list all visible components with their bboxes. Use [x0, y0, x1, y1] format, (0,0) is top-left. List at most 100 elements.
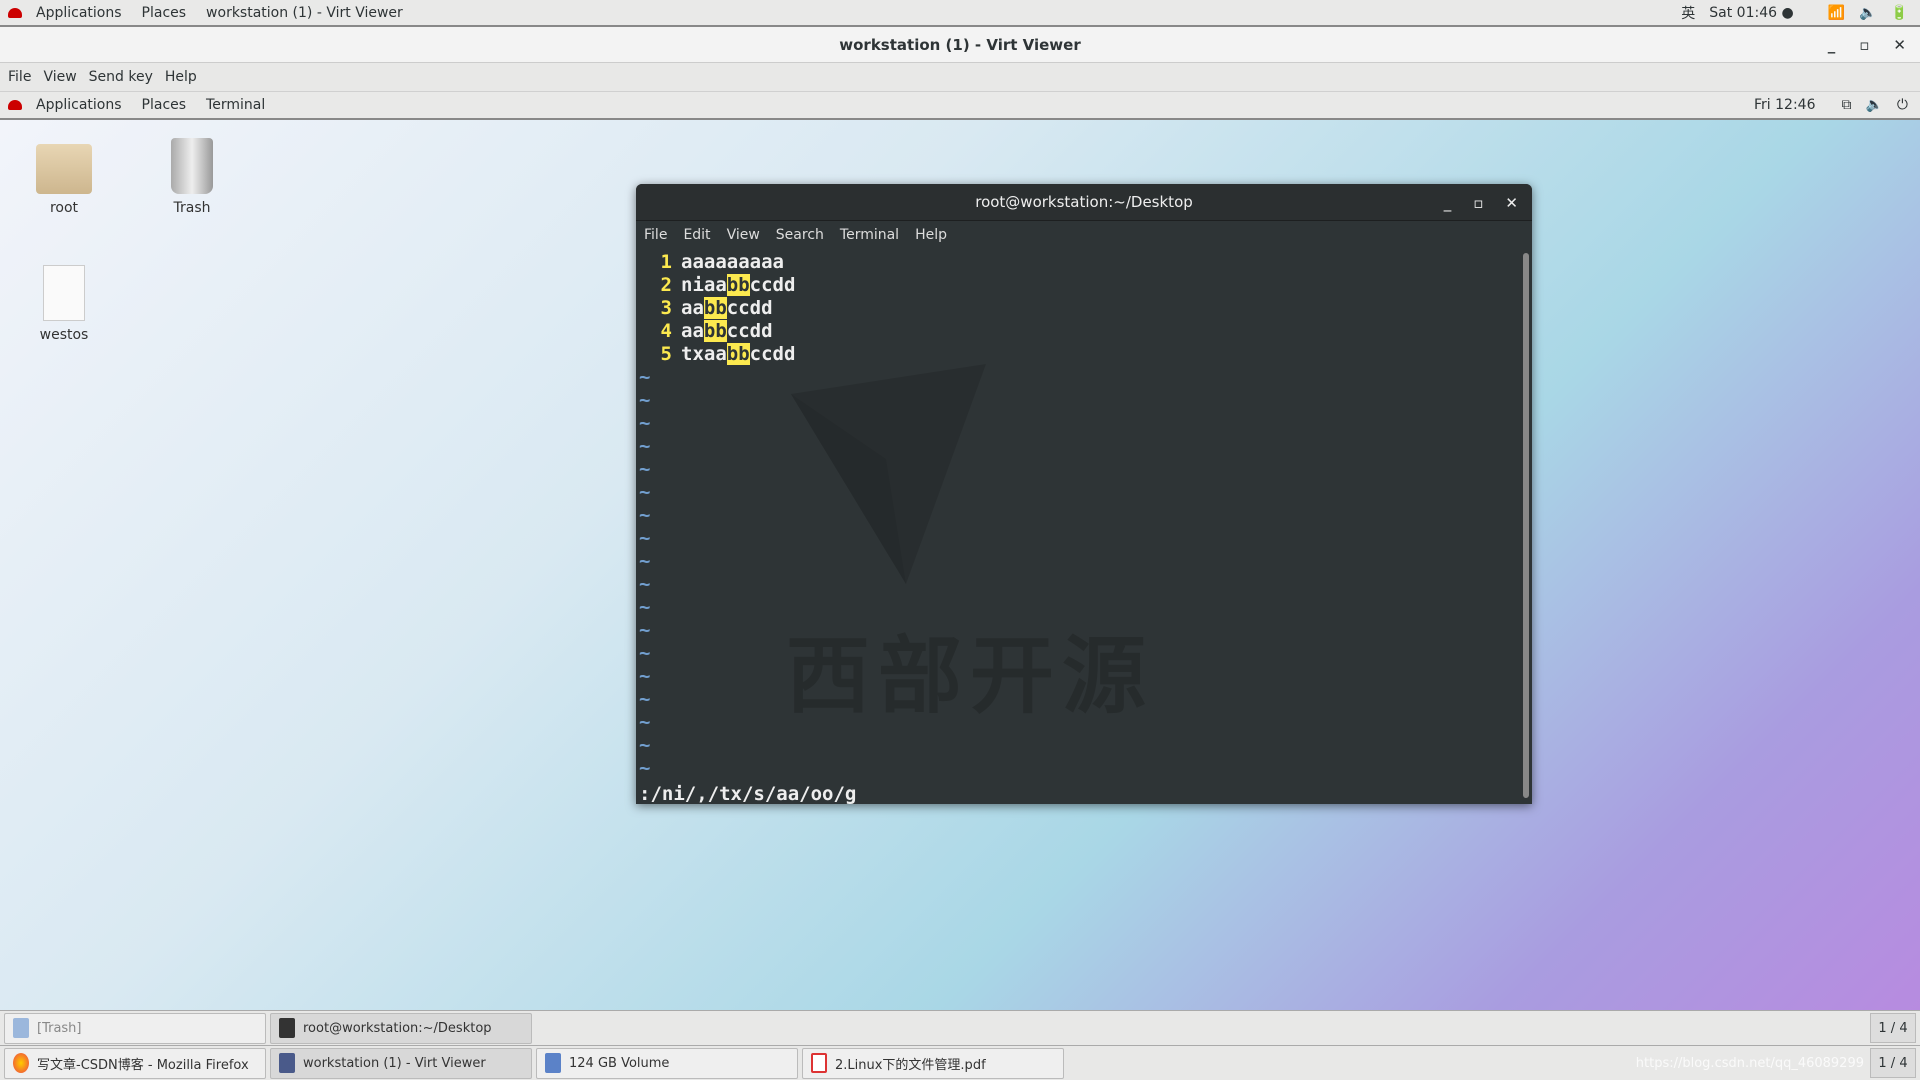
guest-task-terminal[interactable]: root@workstation:~/Desktop: [270, 1012, 532, 1044]
host-task-virt-viewer[interactable]: workstation (1) - Virt Viewer: [270, 1047, 532, 1079]
search-highlight: bb: [726, 274, 750, 296]
host-task-pdf[interactable]: 2.Linux下的文件管理.pdf: [802, 1047, 1064, 1079]
line-text: ccdd: [726, 320, 773, 342]
desktop-icon-root[interactable]: root: [19, 138, 109, 216]
wifi-icon[interactable]: 📶: [1828, 5, 1845, 21]
viewer-menu-file[interactable]: File: [0, 69, 37, 85]
trash-icon: [13, 1018, 29, 1038]
redhat-icon: [8, 100, 22, 110]
vim-line: 1 aaaaaaaaa: [636, 251, 1532, 274]
vim-line: 5 txaabbccdd: [636, 343, 1532, 366]
task-label: 写文章-CSDN博客 - Mozilla Firefox: [37, 1057, 249, 1073]
guest-top-panel: Applications Places Terminal Fri 12:46 ⧉…: [0, 92, 1920, 120]
terminal-menu-view[interactable]: View: [719, 227, 768, 243]
viewer-menu-view[interactable]: View: [37, 69, 82, 85]
empty-line-tilde: ~: [639, 435, 651, 457]
host-task-volume[interactable]: 124 GB Volume: [536, 1047, 798, 1079]
network-icon[interactable]: ⧉: [1841, 97, 1851, 113]
vim-line: 4 aabbccdd: [636, 320, 1532, 343]
empty-line-tilde: ~: [639, 527, 651, 549]
terminal-maximize-button[interactable]: ▫: [1473, 194, 1483, 212]
pdf-icon: [811, 1053, 827, 1073]
volume-icon[interactable]: 🔈: [1865, 97, 1882, 113]
host-workspace-pager[interactable]: 1 / 4: [1870, 1048, 1916, 1078]
maximize-button[interactable]: ▫: [1859, 36, 1869, 54]
terminal-close-button[interactable]: ✕: [1505, 194, 1518, 212]
line-number: 4: [660, 320, 672, 342]
desktop-icon-westos[interactable]: westos: [19, 265, 109, 343]
viewer-menu-help[interactable]: Help: [159, 69, 203, 85]
guest-task-trash[interactable]: [Trash]: [4, 1012, 266, 1044]
desktop-icon-label: root: [49, 200, 79, 216]
task-label: 124 GB Volume: [569, 1055, 670, 1071]
desktop-icon-label: westos: [39, 327, 89, 343]
line-number: 5: [660, 343, 672, 365]
empty-line-tilde: ~: [639, 481, 651, 503]
empty-line-tilde: ~: [639, 412, 651, 434]
line-number: 3: [660, 297, 672, 319]
terminal-titlebar[interactable]: root@workstation:~/Desktop _ ▫ ✕: [636, 184, 1532, 221]
host-active-window[interactable]: workstation (1) - Virt Viewer: [196, 5, 413, 21]
desktop-icon-trash[interactable]: Trash: [147, 138, 237, 216]
guest-clock[interactable]: Fri 12:46: [1754, 97, 1815, 113]
input-method-indicator[interactable]: 英: [1681, 3, 1695, 23]
task-label: root@workstation:~/Desktop: [303, 1020, 492, 1036]
empty-line-tilde: ~: [639, 504, 651, 526]
url-watermark: https://blog.csdn.net/qq_46089299: [1635, 1055, 1864, 1071]
terminal-scrollbar[interactable]: [1523, 253, 1529, 798]
terminal-icon: [279, 1018, 295, 1038]
empty-line-tilde: ~: [639, 757, 651, 779]
line-text: ccdd: [749, 343, 796, 365]
terminal-menu-edit[interactable]: Edit: [675, 227, 718, 243]
guest-applications-menu[interactable]: Applications: [26, 97, 132, 113]
terminal-menu-search[interactable]: Search: [768, 227, 832, 243]
task-label: 2.Linux下的文件管理.pdf: [835, 1057, 986, 1073]
line-text: aaaaaaaaa: [681, 251, 784, 273]
vim-command-line: :/ni/,/tx/s/aa/oo/g: [639, 783, 857, 804]
line-text: ccdd: [726, 297, 773, 319]
power-icon[interactable]: ⏻: [1897, 97, 1908, 113]
guest-workspace-pager[interactable]: 1 / 4: [1870, 1013, 1916, 1043]
terminal-minimize-button[interactable]: _: [1444, 194, 1452, 212]
viewer-title: workstation (1) - Virt Viewer: [839, 35, 1081, 54]
terminal-title: root@workstation:~/Desktop: [975, 193, 1193, 211]
volume-icon[interactable]: 🔈: [1859, 5, 1876, 21]
empty-line-tilde: ~: [639, 458, 651, 480]
search-highlight: bb: [726, 343, 750, 365]
terminal-window[interactable]: root@workstation:~/Desktop _ ▫ ✕ File Ed…: [636, 184, 1532, 804]
empty-line-tilde: ~: [639, 550, 651, 572]
line-number: 2: [660, 274, 672, 296]
empty-line-tilde: ~: [639, 734, 651, 756]
home-folder-icon: [36, 144, 92, 194]
close-button[interactable]: ✕: [1893, 36, 1906, 54]
watermark-text: 西部开源: [786, 627, 1155, 725]
terminal-menu-file[interactable]: File: [636, 227, 675, 243]
desktop-icon-label: Trash: [173, 200, 211, 216]
host-clock[interactable]: Sat 01:46 ●: [1709, 5, 1793, 21]
vim-line: 3 aabbccdd: [636, 297, 1532, 320]
terminal-menu-help[interactable]: Help: [907, 227, 955, 243]
guest-places-menu[interactable]: Places: [132, 97, 197, 113]
viewer-menubar: File View Send key Help: [0, 63, 1920, 92]
drive-icon: [545, 1053, 561, 1073]
line-text: txaa: [681, 343, 727, 365]
monitor-icon: [279, 1053, 295, 1073]
battery-icon[interactable]: 🔋: [1891, 5, 1908, 21]
text-file-icon: [43, 265, 85, 321]
vim-line: 2 niaabbccdd: [636, 274, 1532, 297]
terminal-content[interactable]: 西部开源 1 aaaaaaaaa 2 niaabbccdd 3 aabbccdd 4 aabb…: [636, 249, 1532, 804]
host-taskbar: 写文章-CSDN博客 - Mozilla Firefox workstation…: [0, 1045, 1920, 1080]
terminal-menu-terminal[interactable]: Terminal: [832, 227, 907, 243]
guest-taskbar: [Trash] root@workstation:~/Desktop 1 / 4: [0, 1010, 1920, 1045]
viewer-menu-send-key[interactable]: Send key: [83, 69, 159, 85]
minimize-button[interactable]: _: [1828, 36, 1836, 54]
line-text: ccdd: [749, 274, 796, 296]
host-task-firefox[interactable]: 写文章-CSDN博客 - Mozilla Firefox: [4, 1047, 266, 1079]
empty-line-tilde: ~: [639, 389, 651, 411]
search-highlight: bb: [703, 320, 727, 342]
host-applications-menu[interactable]: Applications: [26, 5, 132, 21]
line-number: 1: [660, 251, 672, 273]
guest-terminal-app[interactable]: Terminal: [196, 97, 275, 113]
host-places-menu[interactable]: Places: [132, 5, 197, 21]
viewer-titlebar: workstation (1) - Virt Viewer _ ▫ ✕: [0, 27, 1920, 63]
